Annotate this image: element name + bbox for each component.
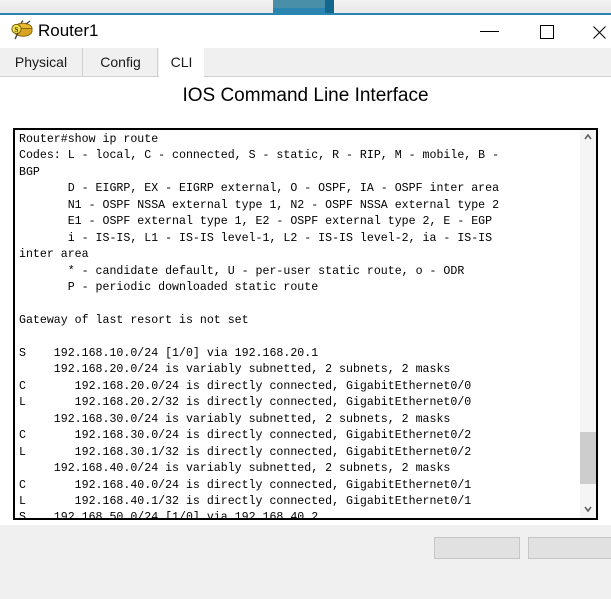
tab-cli[interactable]: CLI (159, 48, 204, 77)
minimize-icon (480, 31, 499, 32)
tab-bar: Physical Config CLI (0, 48, 611, 77)
copy-button[interactable] (434, 537, 520, 559)
terminal-body: Router#show ip route Codes: L - local, C… (19, 133, 500, 520)
tab-physical[interactable]: Physical (0, 48, 83, 77)
chevron-down-icon (584, 506, 592, 512)
window-title: Router1 (38, 21, 99, 40)
cli-panel: IOS Command Line Interface Router#show i… (0, 77, 611, 599)
maximize-icon (540, 25, 554, 39)
close-icon (591, 24, 607, 40)
chevron-up-icon (584, 134, 592, 140)
page-title: IOS Command Line Interface (182, 85, 429, 106)
router-icon: S (10, 20, 34, 42)
svg-text:S: S (15, 26, 19, 34)
terminal-text: Router#show ip route Codes: L - local, C… (19, 132, 587, 520)
terminal-scrollbar[interactable] (580, 130, 596, 518)
scroll-down-button[interactable] (580, 502, 596, 518)
router-cli-window: S Router1 Physical Config CLI IOS Comman… (0, 15, 611, 599)
close-button[interactable] (583, 15, 611, 47)
paste-button[interactable] (528, 537, 611, 559)
footer-bar (0, 525, 611, 599)
scroll-up-button[interactable] (580, 130, 596, 146)
title-bar: S Router1 (0, 15, 611, 48)
minimize-button[interactable] (467, 15, 513, 47)
terminal-output-area[interactable]: Router#show ip route Codes: L - local, C… (13, 128, 598, 520)
maximize-button[interactable] (525, 15, 571, 47)
taskbar-window-thumbnail-edge (325, 0, 334, 13)
tab-config[interactable]: Config (84, 48, 158, 77)
scrollbar-thumb[interactable] (580, 432, 596, 484)
